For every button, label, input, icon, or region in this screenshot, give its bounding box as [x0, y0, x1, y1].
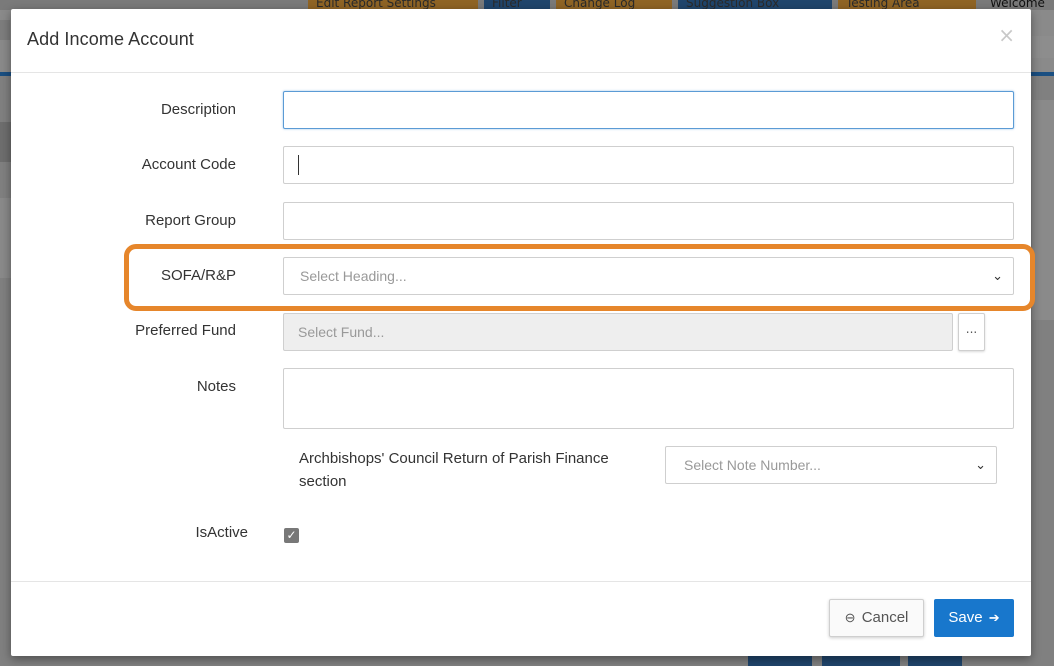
report-group-input[interactable] [283, 202, 1014, 240]
description-input[interactable] [283, 91, 1014, 129]
chevron-down-icon: ⌄ [975, 457, 986, 472]
bg-fragment [0, 198, 11, 278]
close-icon[interactable]: × [998, 23, 1015, 47]
save-button[interactable]: Save ➔ [934, 599, 1014, 637]
account-code-label: Account Code [141, 156, 236, 173]
cancel-button[interactable]: ⊖ Cancel [829, 599, 924, 637]
is-active-checkbox[interactable]: ✓ [284, 528, 299, 543]
chevron-down-icon: ⌄ [992, 268, 1003, 283]
note-number-select[interactable]: Select Note Number... ⌄ [665, 446, 997, 484]
bg-bottom-button [748, 656, 812, 666]
sofa-heading-select[interactable]: Select Heading... ⌄ [283, 257, 1014, 295]
preferred-fund-input[interactable]: Select Fund... [283, 313, 953, 351]
preferred-fund-label: Preferred Fund [135, 322, 236, 339]
arrow-right-circle-icon: ➔ [988, 610, 1000, 625]
notes-label: Notes [196, 378, 236, 395]
note-number-placeholder: Select Note Number... [684, 457, 821, 473]
save-button-label: Save [948, 609, 983, 626]
modal-header: Add Income Account × [11, 9, 1031, 73]
bg-fragment [0, 122, 11, 162]
add-income-account-modal: Add Income Account × Description Account… [11, 9, 1031, 656]
bg-fragment [0, 20, 10, 40]
is-active-label: IsActive [195, 524, 248, 541]
arch-section-label: Archbishops' Council Return of Parish Fi… [299, 450, 609, 490]
text-cursor [298, 155, 299, 175]
preferred-fund-placeholder: Select Fund... [298, 324, 385, 340]
account-code-input[interactable] [283, 146, 1014, 184]
sofa-heading-placeholder: Select Heading... [300, 268, 407, 284]
bg-bottom-button [908, 656, 962, 666]
cancel-circle-icon: ⊖ [844, 610, 856, 625]
bg-fragment [1032, 100, 1054, 320]
cancel-button-label: Cancel [861, 609, 909, 626]
description-label: Description [160, 101, 236, 118]
sofa-label: SOFA/R&P [160, 267, 236, 284]
notes-textarea[interactable] [283, 368, 1014, 429]
modal-title: Add Income Account [27, 29, 194, 49]
report-group-label: Report Group [145, 212, 236, 229]
bg-bottom-button [822, 656, 900, 666]
bg-fragment [1032, 36, 1054, 58]
preferred-fund-browse-button[interactable]: ... [958, 313, 985, 351]
